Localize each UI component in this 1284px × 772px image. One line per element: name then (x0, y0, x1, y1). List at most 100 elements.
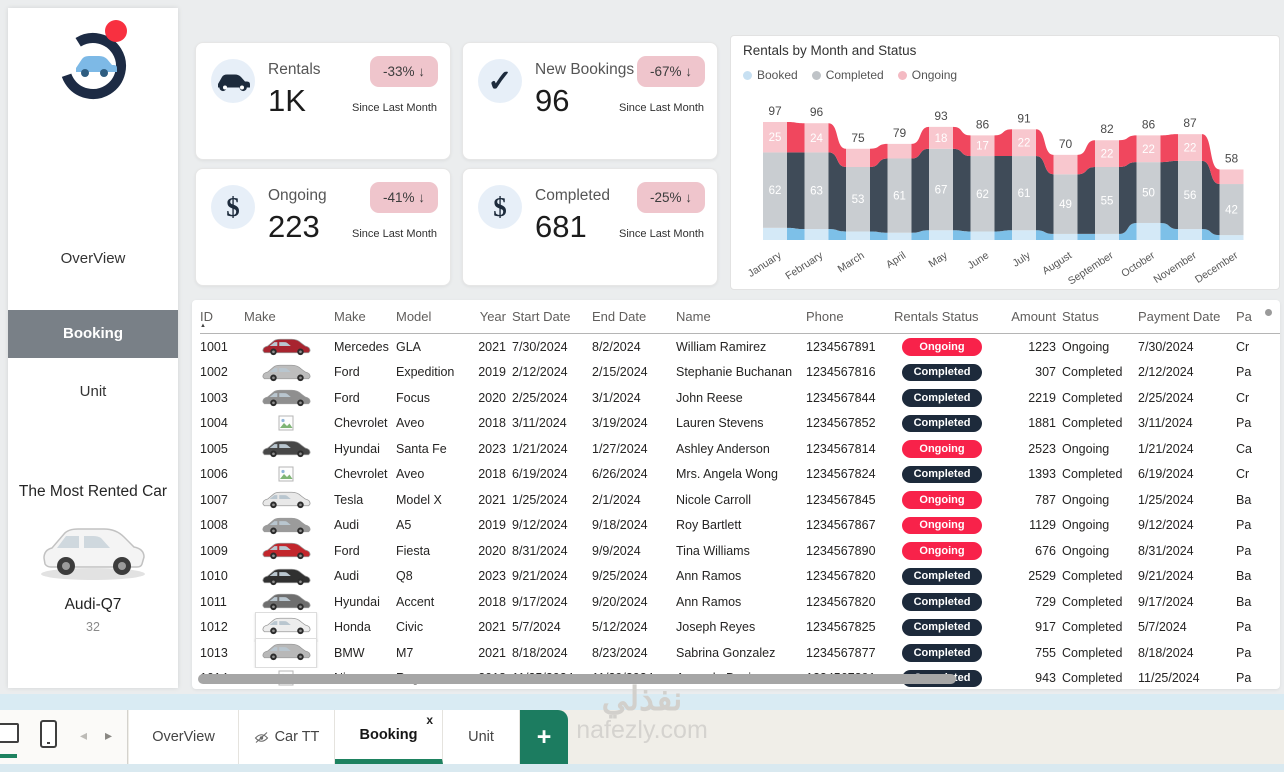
kpi-card-rentals[interactable]: Rentals 1K -33% ↓ Since Last Month (195, 42, 451, 160)
cell-amount: 2523 (1028, 441, 1056, 456)
column-header-end[interactable]: End Date (592, 304, 676, 333)
bottom-edge-strip (0, 764, 1284, 772)
kpi-value: 1K (268, 83, 306, 118)
column-header-pay[interactable]: Pa (1236, 304, 1280, 333)
table-row-1004[interactable]: 1004 Chevrolet Aveo 2018 3/11/2024 3/19/2024 L… (200, 411, 1280, 437)
column-header-make[interactable]: Make (334, 304, 396, 333)
column-header-year[interactable]: Year (470, 304, 512, 333)
mobile-view-icon[interactable] (40, 720, 57, 748)
cell-name: Mrs. Angela Wong (676, 467, 778, 482)
table-row-1001[interactable]: 1001 Mercedes GLA 2021 7/30/2024 8/2/2024 Will… (200, 334, 1280, 360)
sidebar-item-overview[interactable]: OverView (8, 245, 178, 273)
cell-amount: 755 (1035, 645, 1056, 660)
total-label: 86 (976, 117, 990, 131)
table-row-1006[interactable]: 1006 Chevrolet Aveo 2018 6/19/2024 6/26/2024 M… (200, 462, 1280, 488)
table-row-1005[interactable]: 1005 Hyundai Santa Fe 2023 1/21/2024 1/27/202… (200, 436, 1280, 462)
segment-label: 22 (1184, 143, 1197, 155)
segment-label: 22 (1018, 138, 1031, 150)
column-booked-april[interactable] (887, 232, 912, 240)
cell-amount: 1393 (1028, 467, 1056, 482)
legend-item-completed[interactable]: Completed (811, 68, 884, 82)
column-header-phone[interactable]: Phone (806, 304, 894, 333)
column-ongoing-december[interactable] (1219, 169, 1244, 185)
table-row-1008[interactable]: 1008 Audi A5 2019 9/12/2024 9/18/2024 Roy Bart… (200, 513, 1280, 539)
kpi-card-completed[interactable]: $ Completed 681 -25% ↓ Since Last Month (462, 168, 718, 286)
column-booked-september[interactable] (1095, 233, 1119, 240)
cell-rental_status: Completed (894, 567, 1006, 585)
cell-rental_status: Completed (894, 593, 1006, 611)
column-booked-march[interactable] (846, 231, 870, 240)
tab-scroll-left-icon[interactable]: ◂ (80, 727, 87, 744)
rental-status-badge: Completed (902, 465, 982, 483)
cell-img (244, 515, 334, 536)
column-ongoing-march[interactable] (846, 148, 870, 168)
column-header-label: Status (1062, 309, 1099, 324)
table-row-1013[interactable]: 1013 BMW M7 2021 8/18/2024 8/23/2024 Sabrina G… (200, 637, 1280, 668)
sidebar-item-booking[interactable]: Booking (8, 310, 178, 358)
sidebar-item-unit[interactable]: Unit (8, 378, 178, 406)
legend-item-booked[interactable]: Booked (743, 68, 798, 82)
legend-item-ongoing[interactable]: Ongoing (897, 68, 957, 82)
ribbon-chart-plot[interactable]: 62 63 53 61 67 62 61 49 55 50 56 42 25 24 18 17 22 22 22 22… (733, 88, 1279, 291)
column-header-status[interactable]: Status (1062, 304, 1138, 333)
table-horizontal-scrollbar[interactable] (198, 674, 956, 684)
column-ongoing-april[interactable] (887, 143, 912, 159)
column-booked-july[interactable] (1012, 230, 1036, 240)
tab-car-tt[interactable]: Car TT (239, 710, 335, 764)
segment-label: 53 (852, 194, 865, 206)
bookings-table: ID ▲ Make Make Model Year Start Date End Date Na… (200, 304, 1280, 689)
column-ongoing-august[interactable] (1053, 154, 1078, 175)
cell-name: Lauren Stevens (676, 416, 764, 431)
table-row-1011[interactable]: 1011 Hyundai Accent 2018 9/17/2024 9/20/2024 A… (200, 589, 1280, 615)
desktop-view-icon[interactable] (0, 723, 19, 743)
cell-status: Completed (1062, 620, 1123, 635)
kpi-card-ongoing[interactable]: $ Ongoing 223 -41% ↓ Since Last Month (195, 168, 451, 286)
column-booked-december[interactable] (1219, 235, 1244, 240)
column-header-payment_date[interactable]: Payment Date (1138, 304, 1236, 333)
column-header-rental_status[interactable]: Rentals Status (894, 304, 1006, 333)
column-booked-may[interactable] (929, 230, 953, 240)
rentals-by-month-chart-card[interactable]: Rentals by Month and Status Booked Comple… (730, 35, 1280, 290)
column-booked-october[interactable] (1136, 222, 1161, 240)
cell-phone: 1234567820 (806, 569, 876, 584)
table-row-1010[interactable]: 1010 Audi Q8 2023 9/21/2024 9/25/2024 Ann Ramo… (200, 564, 1280, 590)
cell-amount: 307 (1035, 365, 1056, 380)
tab-booking[interactable]: Booking x (335, 710, 443, 764)
tab-unit[interactable]: Unit (443, 710, 520, 764)
table-row-1012[interactable]: 1012 Honda Civic 2021 5/7/2024 5/12/2024 Josep… (200, 612, 1280, 643)
cell-pay: Pa (1236, 671, 1252, 686)
add-sheet-button[interactable]: + (520, 710, 568, 764)
kpi-label: Ongoing (268, 187, 327, 204)
ribbon-completed (787, 152, 805, 230)
cell-make: Hyundai (334, 594, 380, 609)
kpi-card-new-bookings[interactable]: ✓ New Bookings 96 -67% ↓ Since Last Month (462, 42, 718, 160)
total-label: 75 (851, 131, 865, 145)
column-booked-november[interactable] (1178, 229, 1202, 240)
cell-id: 1013 (200, 645, 228, 660)
ribbon-completed (1077, 167, 1095, 234)
tab-close-icon[interactable]: x (426, 713, 433, 727)
column-header-model[interactable]: Model (396, 304, 470, 333)
column-header-amount[interactable]: Amount (1006, 304, 1062, 333)
cell-year: 2021 (478, 492, 506, 507)
cell-rental_status: Completed (894, 389, 1006, 407)
table-row-1009[interactable]: 1009 Ford Fiesta 2020 8/31/2024 9/9/2024 Tina … (200, 538, 1280, 564)
table-row-1007[interactable]: 1007 Tesla Model X 2021 1/25/2024 2/1/2024 Nic… (200, 487, 1280, 513)
tab-scroll-right-icon[interactable]: ▸ (105, 727, 112, 744)
tab-overview[interactable]: OverView (129, 710, 239, 764)
column-header-img[interactable]: Make (244, 304, 334, 333)
logo-car-glyph (76, 56, 117, 77)
column-header-id[interactable]: ID ▲ (200, 304, 244, 333)
table-row-1002[interactable]: 1002 Ford Expedition 2019 2/12/2024 2/15/2024… (200, 360, 1280, 386)
dollar-icon-circle: $ (211, 185, 255, 229)
column-booked-august[interactable] (1053, 233, 1078, 240)
ribbon-booked (994, 230, 1012, 240)
column-header-start[interactable]: Start Date (512, 304, 592, 333)
column-header-name[interactable]: Name (676, 304, 806, 333)
column-booked-january[interactable] (763, 227, 787, 240)
column-booked-february[interactable] (804, 229, 829, 240)
sort-ascending-icon: ▲ (200, 323, 206, 329)
car-photo (262, 543, 311, 560)
column-booked-june[interactable] (970, 231, 995, 240)
table-row-1003[interactable]: 1003 Ford Focus 2020 2/25/2024 3/1/2024 John R… (200, 385, 1280, 411)
